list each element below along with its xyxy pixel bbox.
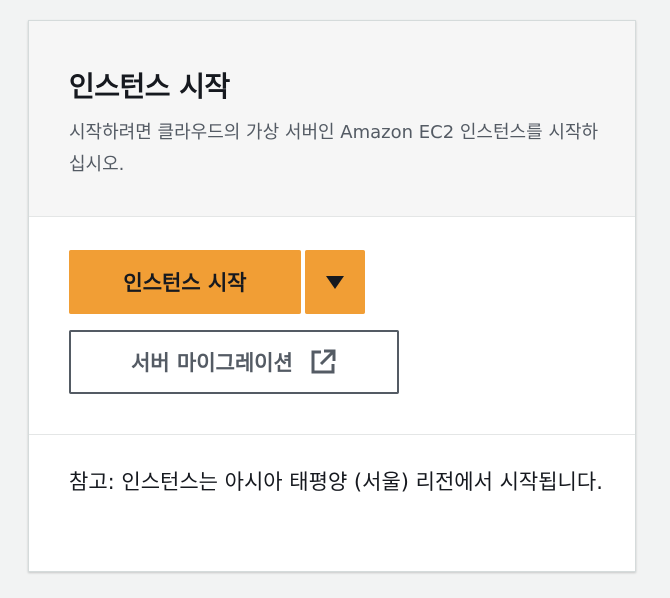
card-title: 인스턴스 시작 [69, 70, 230, 103]
actions-section: 인스턴스 시작 서버 마이그레이션 [29, 217, 635, 435]
card-header: 인스턴스 시작 시작하려면 클라우드의 가상 서버인 Amazon EC2 인스… [29, 21, 635, 217]
region-note: 참고: 인스턴스는 아시아 태평양 (서울) 리전에서 시작됩니다. [69, 470, 603, 494]
card-subtitle: 시작하려면 클라우드의 가상 서버인 Amazon EC2 인스턴스를 시작하십… [69, 122, 599, 175]
migrate-server-label: 서버 마이그레이션 [131, 351, 293, 375]
launch-options-dropdown-button[interactable] [305, 250, 365, 314]
launch-instance-card: 인스턴스 시작 시작하려면 클라우드의 가상 서버인 Amazon EC2 인스… [28, 20, 636, 572]
migrate-server-button[interactable]: 서버 마이그레이션 [69, 330, 399, 394]
caret-down-icon [326, 276, 344, 289]
launch-instance-button[interactable]: 인스턴스 시작 [69, 250, 301, 314]
external-link-icon [311, 349, 336, 374]
